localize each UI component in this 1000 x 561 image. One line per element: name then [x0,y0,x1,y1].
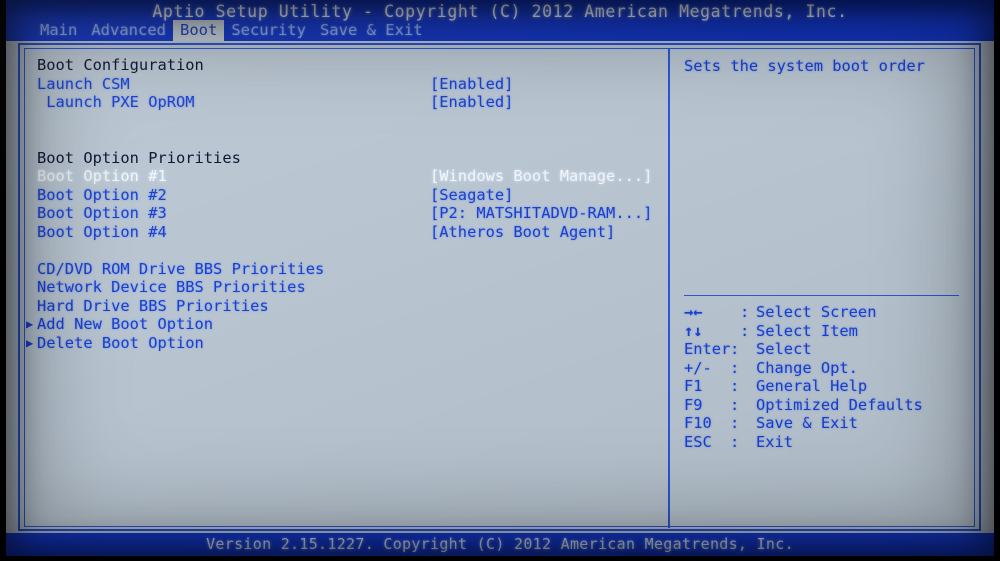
legend-separator-4: : [730,377,740,395]
section-header-label-2: Boot Option Priorities [37,148,241,167]
setting-row-boot-option-2[interactable]: Boot Option #2 [Seagate] [37,186,667,205]
tab-security[interactable]: Security [224,20,313,41]
legend-separator-0: : [740,303,750,321]
legend-separator-5: : [730,395,740,414]
legend-separator-1: : [740,321,750,340]
tab-boot[interactable]: Boot [172,20,225,41]
launch-pxe-oprom-text: Launch PXE OpROM [37,93,195,111]
setting-row-boot-option-4[interactable]: Boot Option #4 [Atheros Boot Agent] [37,223,667,242]
submenu-row-cddvd-bbs-priorities[interactable]: CD/DVD ROM Drive BBS Priorities [37,260,667,279]
legend-row-general-help: F1 : General Help [684,377,974,396]
legend-separator-7: : [730,432,740,451]
launch-pxe-oprom-value[interactable]: [Enabled] [430,93,513,112]
legend-key-plus-minus: +/- [684,358,712,377]
add-new-boot-option-label: Add New Boot Option [37,315,214,333]
legend-action-4: General Help [756,377,868,395]
boot-option-2-label: Boot Option #2 [37,185,167,204]
bios-setup-screen: Aptio Setup Utility - Copyright (C) 2012… [0,0,1000,561]
legend-action-6: Save & Exit [756,414,858,432]
delete-boot-option-label: Delete Boot Option [37,333,204,352]
help-description: Sets the system boot order [684,57,925,75]
setting-row-boot-option-3[interactable]: Boot Option #3 [P2: MATSHITADVD-RAM...] [37,204,667,223]
legend-action-0: Select Screen [756,303,877,321]
section-header-boot-option-priorities: Boot Option Priorities [37,149,667,168]
legend-separator-2: : [730,340,740,358]
submenu-row-add-new-boot-option[interactable]: ▶ Add New Boot Option [26,315,667,334]
submenu-row-harddrive-bbs-priorities[interactable]: Hard Drive BBS Priorities [37,297,667,316]
setting-row-launch-csm[interactable]: Launch CSM [Enabled] [37,75,667,94]
submenu-arrow-icon-2: ▶ [26,335,34,350]
legend-separator-3: : [730,358,740,377]
boot-option-1-value[interactable]: [Windows Boot Manage...] [430,167,652,186]
content-frame: Boot Configuration Launch CSM [Enabled] … [18,43,981,531]
help-separator [684,295,959,296]
legend-separator-6: : [730,414,740,432]
boot-option-3-value[interactable]: [P2: MATSHITADVD-RAM...] [430,204,652,223]
section-header-boot-configuration: Boot Configuration [37,56,667,75]
tab-save-exit[interactable]: Save & Exit [313,20,430,41]
boot-option-2-value[interactable]: [Seagate] [430,186,513,205]
boot-option-1-label: Boot Option #1 [37,167,167,185]
legend-key-enter: Enter [684,340,731,358]
legend-action-2: Select [756,340,812,358]
settings-pane: Boot Configuration Launch CSM [Enabled] … [25,49,667,528]
help-pane: Sets the system boot order →← : Select S… [670,49,976,528]
legend-row-select-item: ↑↓ : Select Item [684,322,974,341]
submenu-row-network-bbs-priorities[interactable]: Network Device BBS Priorities [37,278,667,297]
boot-option-4-label: Boot Option #4 [37,222,167,241]
app-title: Aptio Setup Utility - Copyright (C) 2012… [152,2,848,21]
setting-row-boot-option-1[interactable]: Boot Option #1 [Windows Boot Manage...] [37,167,667,186]
key-legend: →← : Select Screen ↑↓ : Select Item Ente… [684,303,974,451]
legend-key-f10: F10 [684,414,712,432]
screen-panel: Aptio Setup Utility - Copyright (C) 2012… [6,0,994,556]
arrows-horizontal-icon: →← [684,303,703,321]
legend-row-exit: ESC : Exit [684,433,974,452]
section-header-label: Boot Configuration [37,56,204,74]
legend-action-5: Optimized Defaults [756,395,923,414]
content-inner-frame: Boot Configuration Launch CSM [Enabled] … [24,48,976,528]
boot-option-3-label: Boot Option #3 [37,204,167,222]
legend-action-3: Change Opt. [756,358,858,377]
setting-row-launch-pxe-oprom[interactable]: Launch PXE OpROM [Enabled] [37,93,667,112]
legend-row-select-screen: →← : Select Screen [684,303,974,322]
legend-row-save-exit: F10 : Save & Exit [684,414,974,433]
footer-bar: Version 2.15.1227. Copyright (C) 2012 Am… [6,533,994,556]
harddrive-bbs-priorities-label: Hard Drive BBS Priorities [37,296,269,315]
legend-key-f9: F9 [684,395,703,414]
network-bbs-priorities-label: Network Device BBS Priorities [37,278,306,296]
boot-option-4-value[interactable]: [Atheros Boot Agent] [430,223,615,242]
legend-key-f1: F1 [684,377,703,395]
cddvd-bbs-priorities-label: CD/DVD ROM Drive BBS Priorities [37,259,325,278]
legend-row-optimized-defaults: F9 : Optimized Defaults [684,396,974,415]
legend-key-esc: ESC [684,432,712,451]
launch-pxe-oprom-label: Launch PXE OpROM [37,93,195,112]
tab-advanced[interactable]: Advanced [84,20,173,41]
submenu-arrow-icon: ▶ [26,317,34,331]
launch-csm-value[interactable]: [Enabled] [430,75,513,94]
legend-action-1: Select Item [756,321,858,340]
legend-row-enter-select: Enter : Select [684,340,974,359]
version-text: Version 2.15.1227. Copyright (C) 2012 Am… [206,535,794,553]
tab-main[interactable]: Main [33,20,84,41]
submenu-row-delete-boot-option[interactable]: ▶ Delete Boot Option [26,333,667,353]
legend-row-change-opt: +/- : Change Opt. [684,359,974,378]
menu-tab-strip[interactable]: Main Advanced Boot Security Save & Exit [6,20,430,41]
launch-csm-label: Launch CSM [37,74,130,93]
arrows-vertical-icon: ↑↓ [684,321,703,340]
legend-action-7: Exit [756,432,794,451]
